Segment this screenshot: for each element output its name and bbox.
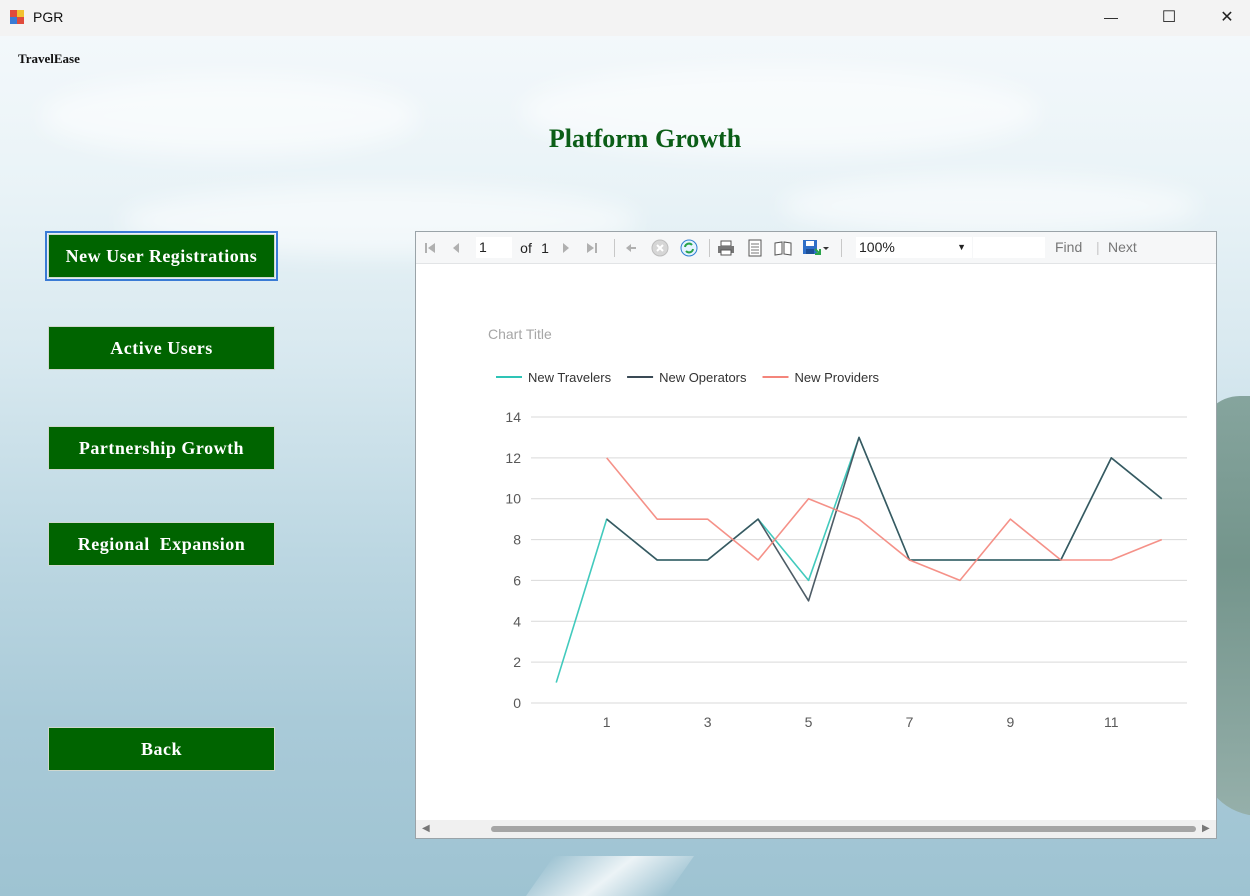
x-tick-label: 5: [805, 714, 813, 730]
window-title: PGR: [33, 9, 64, 25]
x-tick-label: 9: [1006, 714, 1014, 730]
brand-label: TravelEase: [18, 51, 80, 66]
next-page-icon[interactable]: [556, 232, 576, 263]
y-tick-label: 14: [505, 409, 521, 425]
find-input[interactable]: [973, 237, 1045, 258]
page-title: Platform Growth: [548, 124, 742, 153]
maximize-button[interactable]: ☐: [1140, 0, 1198, 34]
previous-page-icon[interactable]: [446, 232, 466, 263]
y-tick-label: 10: [505, 491, 521, 507]
scroll-left-icon[interactable]: ◀: [422, 823, 430, 834]
horizontal-scrollbar[interactable]: ◀ ▶: [416, 820, 1216, 838]
scrollbar-thumb[interactable]: [491, 826, 1196, 832]
last-page-icon[interactable]: [582, 232, 602, 263]
y-tick-label: 6: [513, 572, 521, 588]
minimize-icon: —: [1104, 9, 1118, 25]
stop-icon[interactable]: [649, 232, 671, 263]
line-chart: Chart Title New Travelers New Operators New…: [488, 326, 1187, 730]
back-button[interactable]: Back: [48, 727, 275, 771]
x-tick-label: 1: [603, 714, 611, 730]
form-client-area: TravelEase Platform Growth New User Regi…: [0, 36, 1250, 896]
report-viewer: 1 of 1 100% ▼ Find | Next Chart Title Ne…: [415, 231, 1217, 839]
scroll-right-icon[interactable]: ▶: [1202, 823, 1210, 834]
y-tick-label: 0: [513, 695, 521, 711]
y-tick-label: 8: [513, 532, 521, 548]
page-setup-icon[interactable]: [772, 232, 794, 263]
legend-label: New Operators: [659, 370, 747, 385]
page-number-input[interactable]: 1: [476, 237, 512, 258]
zoom-select[interactable]: 100% ▼: [856, 237, 972, 258]
chart-title: Chart Title: [488, 326, 552, 342]
new-user-registrations-button[interactable]: New User Registrations: [45, 231, 278, 281]
back-icon[interactable]: [621, 232, 641, 263]
page-total-label: 1: [541, 239, 549, 256]
report-chart-area: Chart Title New Travelers New Operators New…: [416, 264, 1216, 820]
window-titlebar: PGR — ☐ ✕: [0, 0, 1250, 36]
y-tick-label: 4: [513, 613, 521, 629]
x-tick-label: 7: [906, 714, 914, 730]
chevron-down-icon: ▼: [957, 242, 966, 252]
series-line: [606, 457, 1163, 582]
x-tick-label: 11: [1104, 714, 1119, 730]
refresh-icon[interactable]: [678, 232, 700, 263]
toolbar-separator: |: [1096, 239, 1100, 255]
close-button[interactable]: ✕: [1198, 0, 1250, 34]
regional-expansion-button[interactable]: Regional Expansion: [48, 522, 275, 566]
legend-label: New Travelers: [528, 370, 612, 385]
zoom-value: 100%: [859, 239, 895, 255]
y-tick-label: 12: [505, 450, 521, 466]
maximize-icon: ☐: [1161, 9, 1177, 26]
page-of-label: of: [520, 239, 532, 256]
legend-label: New Providers: [795, 370, 880, 385]
y-tick-label: 2: [513, 654, 521, 670]
export-icon[interactable]: [800, 232, 832, 263]
app-icon: [10, 10, 24, 24]
report-toolbar: 1 of 1 100% ▼ Find | Next: [416, 232, 1216, 264]
minimize-button[interactable]: —: [1082, 0, 1140, 34]
find-link[interactable]: Find: [1055, 232, 1082, 263]
print-layout-icon[interactable]: [744, 232, 766, 263]
x-tick-label: 3: [704, 714, 712, 730]
print-icon[interactable]: [715, 232, 737, 263]
first-page-icon[interactable]: [420, 232, 440, 263]
close-icon: ✕: [1220, 9, 1234, 26]
next-link[interactable]: Next: [1108, 232, 1137, 263]
partnership-growth-button[interactable]: Partnership Growth: [48, 426, 275, 470]
active-users-button[interactable]: Active Users: [48, 326, 275, 370]
